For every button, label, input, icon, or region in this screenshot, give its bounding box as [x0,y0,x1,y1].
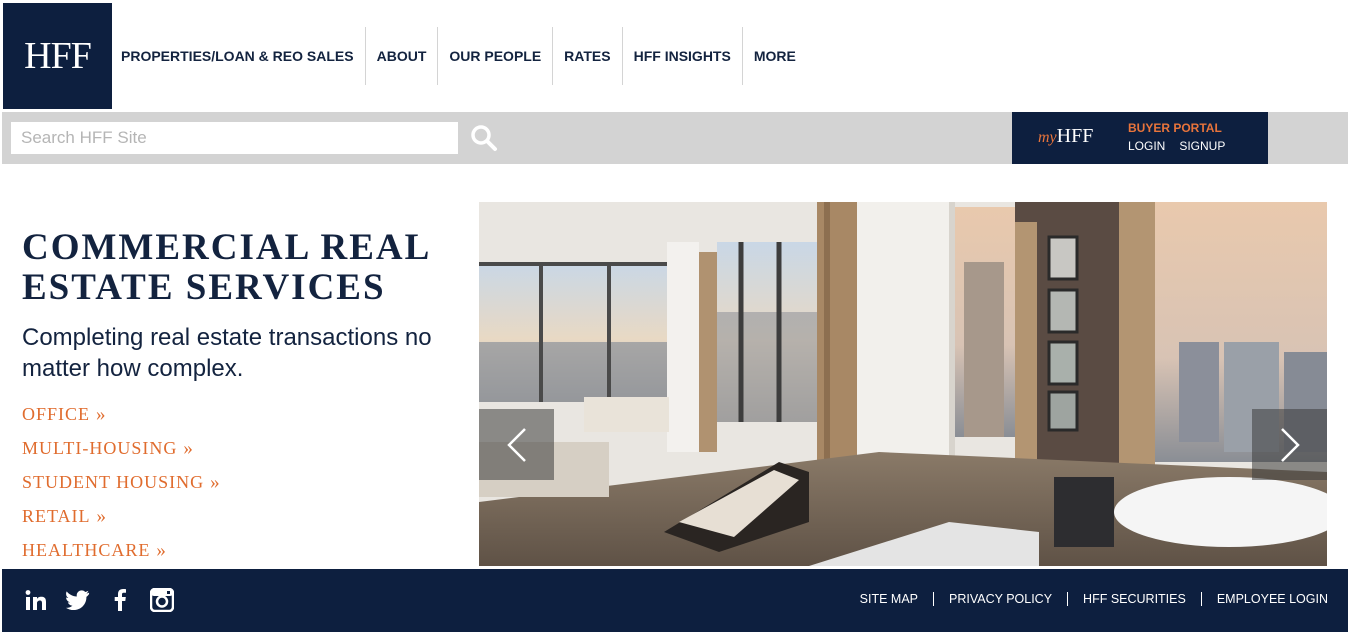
hero-title: COMMERCIAL REAL ESTATE SERVICES [22,227,430,308]
hff-logo[interactable]: HFF [3,3,112,109]
service-link-office[interactable]: OFFICE» [22,404,217,438]
nav-item-about[interactable]: ABOUT [366,27,439,85]
footer-link-hff-securities[interactable]: HFF SECURITIES [1068,592,1201,606]
service-label: OFFICE [22,404,91,424]
main-nav: PROPERTIES/LOAN & REO SALES ABOUT OUR PE… [112,27,807,85]
service-link-retail[interactable]: RETAIL» [22,506,217,540]
service-label: RETAIL [22,506,91,526]
service-list: OFFICE» MULTI-HOUSING» STUDENT HOUSING» … [22,404,219,574]
twitter-icon[interactable] [66,588,90,612]
logo-text: HFF [24,35,92,77]
hero-subtitle: Completing real estate transactions no m… [22,324,432,382]
nav-item-hff-insights[interactable]: HFF INSIGHTS [623,27,743,85]
nav-item-more[interactable]: MORE [743,27,807,85]
chevron-right-icon: » [210,472,219,493]
chevron-left-icon [505,427,529,463]
myhff-logo-prefix: my [1038,129,1057,146]
portal-links: LOGIN SIGNUP [1128,139,1225,153]
search-input[interactable] [11,122,458,154]
social-links [24,588,174,612]
service-label: HEALTHCARE [22,540,151,560]
myhff-logo-main: HFF [1056,125,1094,147]
carousel-next-button[interactable] [1252,409,1327,480]
hero-carousel[interactable] [479,202,1327,566]
chevron-right-icon: » [156,540,165,561]
myhff-logo[interactable]: myHFF [1038,125,1093,148]
chevron-right-icon: » [96,506,106,527]
footer: SITE MAP PRIVACY POLICY HFF SECURITIES E… [2,569,1348,632]
footer-links: SITE MAP PRIVACY POLICY HFF SECURITIES E… [845,592,1328,606]
nav-item-rates[interactable]: RATES [553,27,623,85]
linkedin-icon[interactable] [24,588,48,612]
carousel-image [479,202,1327,566]
chevron-right-icon [1278,427,1302,463]
carousel-prev-button[interactable] [479,409,554,480]
buyer-portal-title: BUYER PORTAL [1128,121,1222,135]
footer-link-employee-login[interactable]: EMPLOYEE LOGIN [1202,592,1328,606]
search-bar: myHFF BUYER PORTAL LOGIN SIGNUP [2,112,1348,164]
search-icon[interactable] [470,124,498,152]
service-label: MULTI-HOUSING [22,438,178,458]
nav-item-properties[interactable]: PROPERTIES/LOAN & REO SALES [112,27,366,85]
service-label: STUDENT HOUSING [22,472,205,492]
service-link-student-housing[interactable]: STUDENT HOUSING» [22,472,219,506]
login-link[interactable]: LOGIN [1128,139,1165,153]
footer-link-site-map[interactable]: SITE MAP [845,592,933,606]
buyer-portal-panel: myHFF BUYER PORTAL LOGIN SIGNUP [1012,112,1268,164]
service-link-multi-housing[interactable]: MULTI-HOUSING» [22,438,217,472]
instagram-icon[interactable] [150,588,174,612]
footer-link-privacy-policy[interactable]: PRIVACY POLICY [934,592,1067,606]
nav-item-our-people[interactable]: OUR PEOPLE [438,27,554,85]
signup-link[interactable]: SIGNUP [1179,139,1225,153]
chevron-right-icon: » [183,438,192,459]
chevron-right-icon: » [96,404,105,425]
facebook-icon[interactable] [108,588,132,612]
